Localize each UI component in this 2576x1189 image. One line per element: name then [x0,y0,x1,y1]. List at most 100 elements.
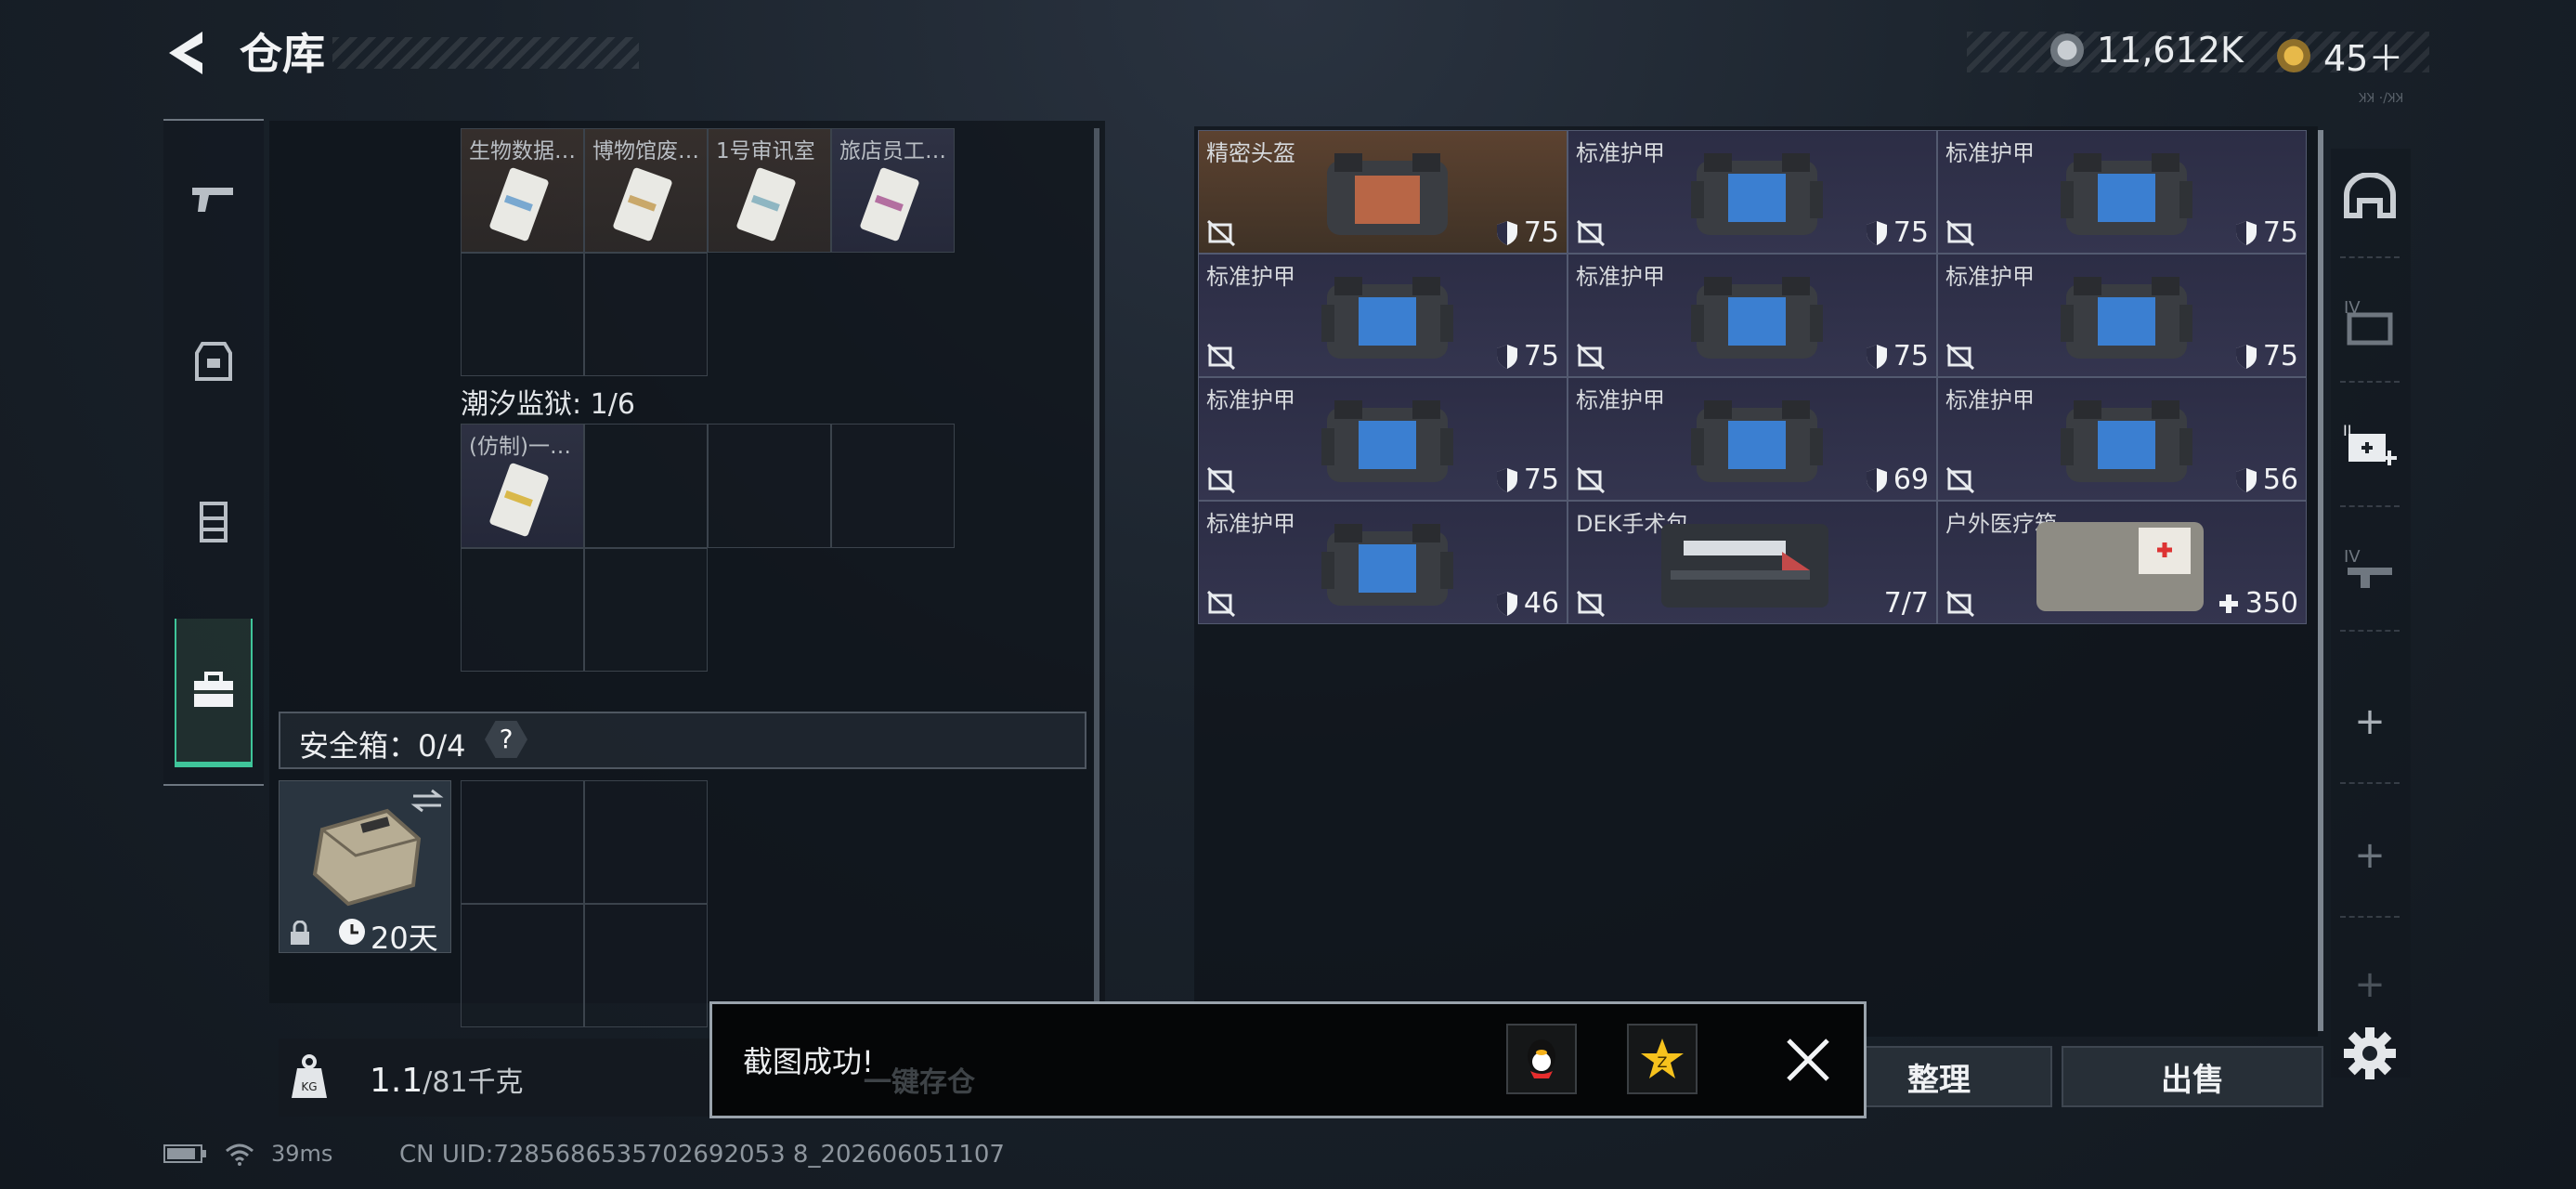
inventory-item[interactable]: 精密头盔 75 [1198,130,1568,254]
filter-armor-iv[interactable]: IV [2340,260,2400,383]
inventory-item[interactable]: 标准护甲 69 [1568,377,1937,501]
safe-box-item[interactable]: 20天 [279,780,451,956]
item-value: 46 [1496,587,1559,620]
unbound-icon [1945,590,1975,618]
item-value-text: 350 [2244,587,2298,620]
unbound-icon [1576,219,1606,247]
keycard-slot[interactable]: 生物数据… [461,128,584,253]
empty-slot[interactable] [584,548,708,672]
empty-slot[interactable] [461,253,584,376]
inventory-item[interactable]: 标准护甲 75 [1937,254,2307,377]
safe-duration: 20天 [371,921,438,956]
keycard-slot[interactable]: 旅店员工… [831,128,955,253]
inventory-item[interactable]: 标准护甲 46 [1198,501,1568,624]
status-bar: 39ms [163,1141,332,1167]
inventory-item[interactable]: 标准护甲 75 [1198,254,1568,377]
durability-icon [1496,344,1517,369]
warehouse-grid: 精密头盔 75 标准护甲 75 标准护甲 75 标准护甲 75 标准护甲 75 标准护甲 75 标准护甲… [1198,130,2309,624]
add-filter-button[interactable]: + [2340,795,2400,918]
svg-text:IV: IV [2344,547,2361,567]
inventory-item[interactable]: DEK手术包 7/7 [1568,501,1937,624]
left-scrollbar[interactable] [1094,128,1099,1001]
inventory-item[interactable]: 标准护甲 75 [1568,130,1937,254]
safe-case-icon [312,808,422,907]
filter-chest-rig-iv[interactable]: IV [2340,509,2400,632]
corner-text: ꞰꞰ ·/ꞰꞰ [2359,91,2404,106]
empty-slot[interactable] [831,424,955,548]
item-value-text: 46 [1523,587,1559,620]
item-name: 标准护甲 [1576,264,1665,290]
durability-icon [2235,220,2257,245]
toolbox-icon [194,672,233,707]
keycard-slot[interactable]: 博物馆废… [584,128,708,253]
item-name: 精密头盔 [1206,140,1295,166]
plus-icon: + [2354,834,2386,877]
unbound-icon [1945,343,1975,371]
durability-icon [2235,344,2257,369]
inventory-item[interactable]: 标准护甲 56 [1937,377,2307,501]
filter-helmet[interactable] [2340,136,2400,258]
durability-icon [1866,344,1887,369]
medical-box-image [2036,522,2204,611]
armor-image [2061,277,2192,359]
nav-backpack[interactable] [175,286,253,435]
item-value-text: 7/7 [1883,587,1929,620]
weight-current: 1.1 [370,1062,423,1100]
item-name: 标准护甲 [1945,140,2035,166]
star-icon: Z [1641,1039,1684,1078]
currency-primary[interactable]: 11,612K [2050,30,2244,71]
empty-slot[interactable] [584,904,708,1027]
sell-button[interactable]: 出售 [2062,1046,2323,1107]
close-icon[interactable] [1781,1033,1835,1087]
share-qzone-button[interactable]: Z [1627,1024,1698,1094]
empty-slot[interactable] [708,424,831,548]
durability-icon [1496,591,1517,616]
keycard-icon [613,167,672,242]
ping-value: 39ms [271,1141,333,1167]
keycard-slot[interactable]: 1号审讯室 [708,128,831,253]
item-name: 1号审讯室 [716,139,815,163]
back-arrow-icon[interactable] [163,28,210,78]
battery-icon [163,1144,206,1163]
heal-plus-icon [2218,594,2238,613]
inventory-item[interactable]: 标准护甲 75 [1198,377,1568,501]
filter-medical[interactable]: II [2340,385,2400,507]
add-filter-button[interactable]: + [2340,661,2400,784]
item-value-text: 75 [1523,464,1559,496]
chest-rig-icon [200,502,228,542]
surgical-kit-image [1661,524,1828,608]
item-name: 标准护甲 [1945,264,2035,290]
chest-rig-iv-icon: IV [2344,547,2392,588]
empty-slot[interactable] [584,780,708,904]
keycard-slot[interactable]: (仿制)一… [461,424,584,548]
inventory-item[interactable]: 标准护甲 75 [1937,130,2307,254]
unbound-icon [1206,590,1236,618]
armor-image [1321,400,1453,482]
unbound-icon [1206,466,1236,494]
currency-secondary[interactable]: 45＋ [2277,30,2403,81]
empty-slot[interactable] [461,780,584,904]
share-qq-button[interactable] [1506,1024,1577,1094]
keycard-icon [489,463,549,537]
armor-image [1321,524,1453,606]
nav-safe-box[interactable] [175,619,253,767]
durability-icon [2235,467,2257,492]
warehouse-scrollbar[interactable] [2318,130,2323,1031]
inventory-item[interactable]: 户外医疗箱 350 [1937,501,2307,624]
item-value: 7/7 [1884,587,1929,620]
title-decoration [332,37,639,69]
gear-icon[interactable] [2340,1024,2400,1083]
section-label: 潮汐监狱: 1/6 [461,388,635,421]
empty-slot[interactable] [584,424,708,548]
empty-slot[interactable] [584,253,708,376]
empty-slot[interactable] [461,904,584,1027]
inventory-item[interactable]: 标准护甲 75 [1568,254,1937,377]
page-title: 仓库 [240,29,325,79]
item-value: 350 [2218,587,2298,620]
item-value-text: 75 [2262,216,2298,249]
toast-background-text: 一键存仓 [864,1066,975,1099]
nav-chest-rig[interactable] [175,448,253,596]
nav-weapons[interactable] [175,124,253,273]
swap-icon[interactable] [410,787,445,815]
empty-slot[interactable] [461,548,584,672]
